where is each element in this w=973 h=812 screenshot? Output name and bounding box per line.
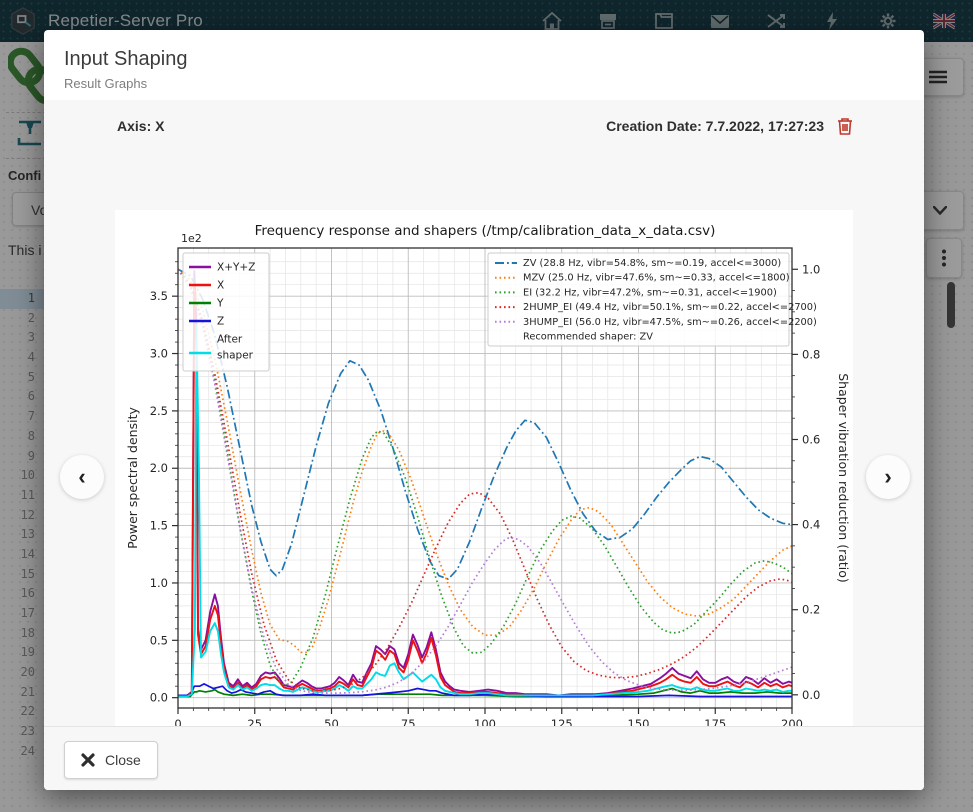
close-button-label: Close	[105, 752, 141, 768]
input-shaping-dialog: Input Shaping Result Graphs Axis: X Crea…	[44, 30, 924, 790]
svg-text:3.5: 3.5	[150, 289, 168, 303]
dialog-title: Input Shaping	[64, 48, 924, 71]
delete-graph-icon[interactable]	[836, 116, 854, 136]
svg-text:3.0: 3.0	[150, 347, 168, 361]
svg-text:0.6: 0.6	[802, 432, 820, 446]
svg-text:0.2: 0.2	[802, 603, 820, 617]
close-icon	[81, 753, 95, 767]
svg-text:0.0: 0.0	[802, 688, 820, 702]
svg-text:ZV (28.8 Hz, vibr=54.8%, sm~=0: ZV (28.8 Hz, vibr=54.8%, sm~=0.19, accel…	[523, 258, 781, 269]
svg-text:1e2: 1e2	[181, 232, 202, 245]
dialog-subtitle: Result Graphs	[64, 76, 924, 91]
svg-text:0.8: 0.8	[802, 347, 820, 361]
axis-label: Axis: X	[117, 118, 164, 134]
result-graph-image: 02550751001251501752000.00.51.01.52.02.5…	[115, 210, 853, 767]
svg-text:X: X	[217, 280, 224, 292]
svg-text:3HUMP_EI (56.0 Hz, vibr=47.5%,: 3HUMP_EI (56.0 Hz, vibr=47.5%, sm~=0.26,…	[523, 317, 817, 328]
svg-text:1.5: 1.5	[150, 519, 168, 533]
svg-text:X+Y+Z: X+Y+Z	[217, 262, 255, 274]
dialog-footer: Close	[44, 726, 924, 790]
dialog-header: Input Shaping Result Graphs	[44, 30, 924, 100]
svg-text:2.5: 2.5	[150, 404, 168, 418]
graph-meta-row: Axis: X Creation Date: 7.7.2022, 17:27:2…	[117, 116, 854, 136]
svg-text:Shaper vibration reduction (ra: Shaper vibration reduction (ratio)	[836, 373, 851, 583]
svg-text:2.0: 2.0	[150, 461, 168, 475]
app-root: Repetier-Server Pro Confi Vo This i 1234…	[0, 0, 973, 812]
svg-text:Frequency response and shapers: Frequency response and shapers (/tmp/cal…	[255, 223, 716, 239]
carousel-next-button[interactable]: ›	[866, 455, 910, 499]
svg-text:Z: Z	[217, 316, 224, 328]
svg-text:shaper: shaper	[217, 350, 254, 362]
dialog-body: Axis: X Creation Date: 7.7.2022, 17:27:2…	[44, 100, 924, 727]
svg-text:1.0: 1.0	[802, 262, 820, 276]
svg-text:EI (32.2 Hz, vibr=47.2%, sm~=0: EI (32.2 Hz, vibr=47.2%, sm~=0.31, accel…	[523, 287, 777, 298]
creation-date-label: Creation Date: 7.7.2022, 17:27:23	[606, 118, 824, 134]
svg-text:MZV (25.0 Hz, vibr=47.6%, sm~=: MZV (25.0 Hz, vibr=47.6%, sm~=0.33, acce…	[523, 273, 790, 284]
carousel-prev-button[interactable]: ‹	[60, 455, 104, 499]
svg-text:0.4: 0.4	[802, 518, 820, 532]
svg-text:0.0: 0.0	[150, 691, 168, 705]
close-button[interactable]: Close	[64, 741, 158, 779]
result-chart: 02550751001251501752000.00.51.01.52.02.5…	[115, 210, 853, 767]
svg-text:1.0: 1.0	[150, 576, 168, 590]
svg-text:Y: Y	[216, 298, 224, 310]
svg-text:2HUMP_EI (49.4 Hz, vibr=50.1%,: 2HUMP_EI (49.4 Hz, vibr=50.1%, sm~=0.22,…	[523, 302, 817, 313]
svg-text:Power spectral density: Power spectral density	[125, 407, 140, 549]
svg-text:Recommended shaper: ZV: Recommended shaper: ZV	[523, 332, 653, 343]
svg-text:0.5: 0.5	[150, 633, 168, 647]
svg-text:After: After	[217, 334, 243, 346]
